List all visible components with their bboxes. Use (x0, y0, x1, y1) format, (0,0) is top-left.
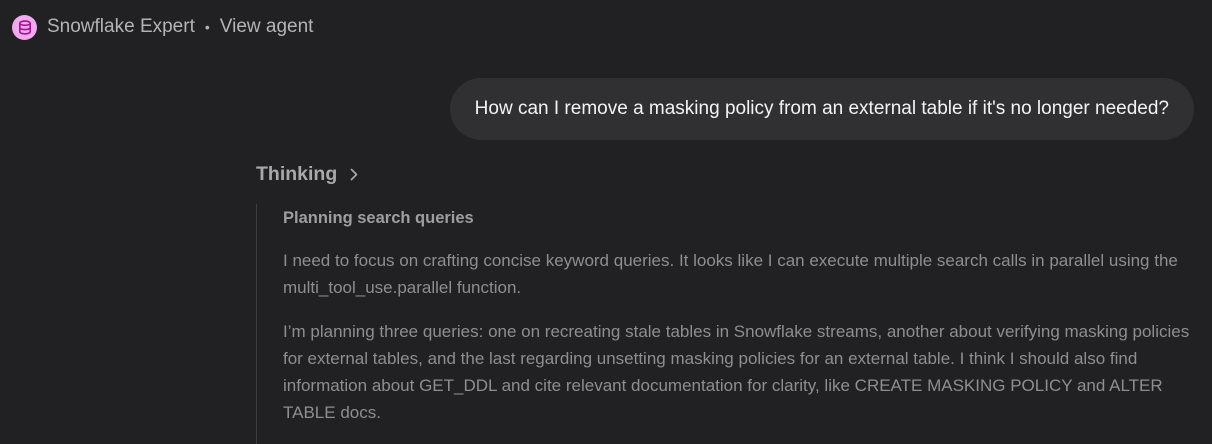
thinking-content: Planning search queries I need to focus … (256, 204, 1196, 444)
chevron-right-icon (350, 168, 358, 181)
user-message-bubble: How can I remove a masking policy from a… (449, 78, 1194, 140)
thinking-paragraph: I need to focus on crafting concise keyw… (283, 251, 1178, 297)
thinking-step-title: Planning search queries (283, 209, 474, 227)
thinking-paragraph: I’m planning three queries: one on recre… (283, 322, 1190, 422)
header-separator: • (204, 19, 210, 35)
thinking-label: Thinking (256, 163, 338, 185)
user-message-text: How can I remove a masking policy from a… (474, 98, 1169, 119)
thinking-toggle[interactable]: Thinking (256, 163, 359, 186)
chat-header: Snowflake Expert • View agent (12, 14, 313, 40)
view-agent-link[interactable]: View agent (220, 16, 314, 38)
database-icon (12, 14, 37, 40)
agent-name[interactable]: Snowflake Expert (47, 16, 195, 38)
